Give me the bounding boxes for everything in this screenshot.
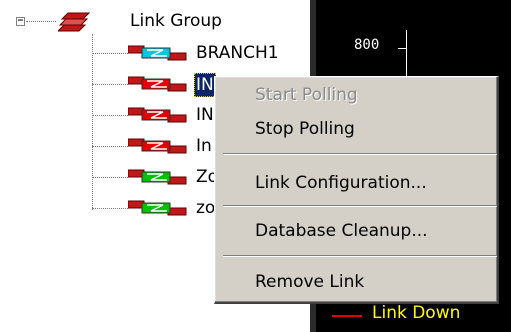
y-axis <box>406 30 407 80</box>
menu-item-remove-link[interactable]: Remove Link <box>255 272 364 292</box>
tree-connector <box>26 21 56 22</box>
y-tick-label: 800 <box>354 37 380 53</box>
link-item-label[interactable]: zo <box>196 197 215 219</box>
link-group-label[interactable]: Link Group <box>130 10 222 32</box>
link-item-label[interactable]: In <box>196 135 212 157</box>
menu-item-link-configuration[interactable]: Link Configuration... <box>255 173 427 193</box>
tree-connector <box>92 115 128 116</box>
tree-connector <box>92 177 128 178</box>
menu-item-database-cleanup[interactable]: Database Cleanup... <box>255 221 428 241</box>
link-item-label[interactable]: IN <box>194 73 216 97</box>
menu-separator <box>223 255 497 257</box>
link-status-icon <box>128 45 187 61</box>
link-item-label[interactable]: IN <box>196 104 214 126</box>
link-status-icon <box>128 169 187 185</box>
tree-connector <box>92 84 128 85</box>
link-status-icon <box>128 107 187 123</box>
legend-swatch <box>332 315 362 317</box>
link-status-icon <box>128 76 187 92</box>
menu-item-start-polling[interactable]: Start Polling <box>255 85 358 105</box>
link-status-icon <box>128 138 187 154</box>
y-tick <box>398 48 406 49</box>
tree-connector <box>92 146 128 147</box>
tree-connector <box>92 53 128 54</box>
legend-label: Link Down <box>372 303 461 323</box>
menu-item-stop-polling[interactable]: Stop Polling <box>255 119 355 139</box>
tree-connector <box>92 208 128 209</box>
link-status-icon <box>128 200 187 216</box>
link-group-icon <box>58 12 90 32</box>
tree-connector <box>92 34 93 210</box>
collapse-toggle[interactable]: − <box>16 17 25 26</box>
link-item-label[interactable]: BRANCH1 <box>196 42 279 64</box>
menu-separator <box>223 153 497 155</box>
menu-separator <box>223 205 497 207</box>
context-menu: Start Polling Stop Polling Link Configur… <box>214 76 499 304</box>
